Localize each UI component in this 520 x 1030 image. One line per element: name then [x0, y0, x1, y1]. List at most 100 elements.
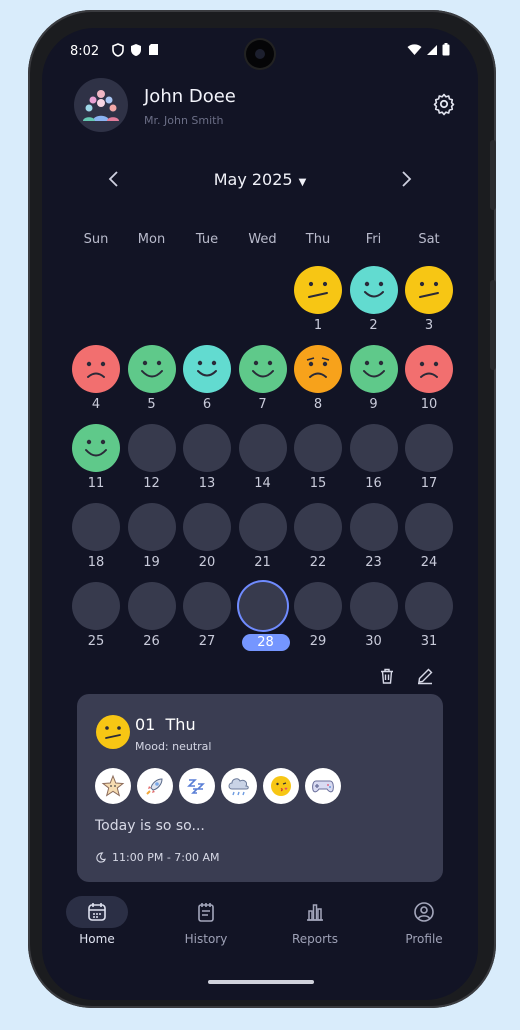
- nav-label: Home: [79, 932, 115, 946]
- mood-face-happy-teal: [183, 345, 231, 393]
- calendar-day-27[interactable]: 27: [180, 582, 234, 654]
- calendar-day-12[interactable]: 12: [125, 424, 179, 496]
- calendar-day-25[interactable]: 25: [69, 582, 123, 654]
- empty-day-circle: [405, 582, 453, 630]
- calendar-day-30[interactable]: 30: [347, 582, 401, 654]
- pencil-icon[interactable]: [416, 667, 434, 685]
- empty-day-circle: [127, 503, 176, 551]
- calendar-day-3[interactable]: 3: [402, 266, 456, 338]
- calendar-day-20[interactable]: 20: [180, 503, 234, 575]
- month-navigator: May 2025 ▼: [42, 164, 478, 194]
- calendar-day-6[interactable]: 6: [180, 345, 234, 417]
- calendar-day-10[interactable]: 10: [402, 345, 456, 417]
- caret-down-icon: ▼: [298, 177, 307, 188]
- empty-day-circle: [127, 582, 176, 630]
- day-number: 30: [365, 634, 382, 649]
- nav-label: History: [184, 932, 228, 946]
- calendar-day-16[interactable]: 16: [347, 424, 401, 496]
- calendar-day-18[interactable]: 18: [69, 503, 123, 575]
- nav-reports[interactable]: Reports: [275, 896, 355, 946]
- day-number: 11: [87, 476, 105, 491]
- weekday-label: Wed: [248, 232, 277, 247]
- empty-day-circle: [238, 503, 287, 551]
- calendar-day-19[interactable]: 19: [125, 503, 179, 575]
- day-number: 7: [258, 397, 267, 412]
- calendar-day-17[interactable]: 17: [402, 424, 456, 496]
- nav-profile[interactable]: Profile: [384, 896, 464, 946]
- mood-face-happy: [127, 345, 176, 393]
- empty-day-circle: [72, 503, 120, 551]
- sd-card-icon: [149, 44, 158, 55]
- day-number: 22: [309, 555, 327, 570]
- day-number: 4: [91, 397, 101, 412]
- mood-face-happy: [349, 345, 398, 393]
- calendar-day-8[interactable]: 8: [291, 345, 345, 417]
- gear-icon[interactable]: [432, 92, 456, 116]
- trash-icon[interactable]: [378, 667, 396, 685]
- day-number: 5: [147, 397, 156, 412]
- group-avatar-icon: [83, 90, 119, 121]
- chevron-right-icon: [402, 171, 412, 187]
- calendar-day-5[interactable]: 5: [125, 345, 179, 417]
- day-number: 31: [420, 634, 438, 649]
- calendar-day-4[interactable]: 4: [69, 345, 123, 417]
- empty-day-circle: [349, 582, 398, 630]
- calendar-day-31[interactable]: 31: [402, 582, 456, 654]
- user-name: John Doee: [144, 86, 236, 107]
- weekday-label: Thu: [305, 232, 331, 247]
- user-subtitle: Mr. John Smith: [144, 114, 224, 127]
- next-month-button[interactable]: [394, 167, 418, 191]
- calendar-day-24[interactable]: 24: [402, 503, 456, 575]
- calendar-day-26[interactable]: 26: [125, 582, 179, 654]
- day-number: 21: [254, 555, 271, 570]
- calendar-day-9[interactable]: 9: [347, 345, 401, 417]
- empty-day-circle: [238, 582, 287, 630]
- empty-day-circle: [238, 424, 287, 472]
- calendar-day-28[interactable]: 28: [236, 582, 290, 654]
- mood-face-sad-red: [405, 345, 453, 393]
- empty-day-circle: [349, 424, 398, 472]
- signal-icon: [427, 44, 437, 55]
- nav-home[interactable]: Home: [57, 896, 137, 946]
- status-left-icons: [112, 43, 159, 57]
- calendar-day-21[interactable]: 21: [236, 503, 290, 575]
- calendar-day-14[interactable]: 14: [236, 424, 290, 496]
- weekday-label: Tue: [195, 232, 219, 247]
- entry-day-title: 01 Thu: [135, 715, 196, 734]
- weekday-label: Sat: [418, 232, 440, 247]
- calendar-day-23[interactable]: 23: [347, 503, 401, 575]
- app-screen: 8:02 John Doee Mr. John Smith May 2025 ▼…: [42, 28, 478, 1000]
- calendar-day-1[interactable]: 1: [291, 266, 345, 338]
- empty-day-circle: [294, 582, 342, 630]
- day-number: 12: [143, 476, 160, 491]
- nav-label: Profile: [405, 932, 443, 946]
- entry-day: 01: [135, 715, 156, 734]
- day-number: 29: [309, 634, 327, 649]
- entry-actions: [378, 667, 434, 685]
- empty-day-circle: [349, 503, 398, 551]
- weekday-label: Mon: [137, 232, 166, 247]
- nav-history[interactable]: History: [166, 896, 246, 946]
- calendar-day-11[interactable]: 11: [69, 424, 123, 496]
- mood-entry-card[interactable]: 01 Thu Mood: neutral Today is so so... 1…: [77, 694, 443, 882]
- profile-header: John Doee Mr. John Smith: [74, 78, 456, 134]
- mood-face-happy: [238, 345, 287, 393]
- calendar-day-13[interactable]: 13: [180, 424, 234, 496]
- neutral-face-icon: [96, 715, 130, 749]
- avatar[interactable]: [74, 78, 128, 132]
- entry-weekday: Thu: [165, 715, 196, 734]
- day-number: 23: [365, 555, 382, 570]
- shield-icon: [112, 43, 124, 57]
- front-camera: [246, 40, 274, 68]
- calendar-day-7[interactable]: 7: [236, 345, 290, 417]
- home-indicator[interactable]: [208, 980, 314, 984]
- bar-chart-icon: [284, 896, 346, 928]
- calendar-day-15[interactable]: 15: [291, 424, 345, 496]
- user-circle-icon: [393, 896, 455, 928]
- shield-filled-icon: [131, 44, 141, 56]
- calendar-day-22[interactable]: 22: [291, 503, 345, 575]
- calendar-day-29[interactable]: 29: [291, 582, 345, 654]
- empty-day-circle: [183, 582, 231, 630]
- mood-face-sad-red: [72, 345, 120, 393]
- calendar-day-2[interactable]: 2: [347, 266, 401, 338]
